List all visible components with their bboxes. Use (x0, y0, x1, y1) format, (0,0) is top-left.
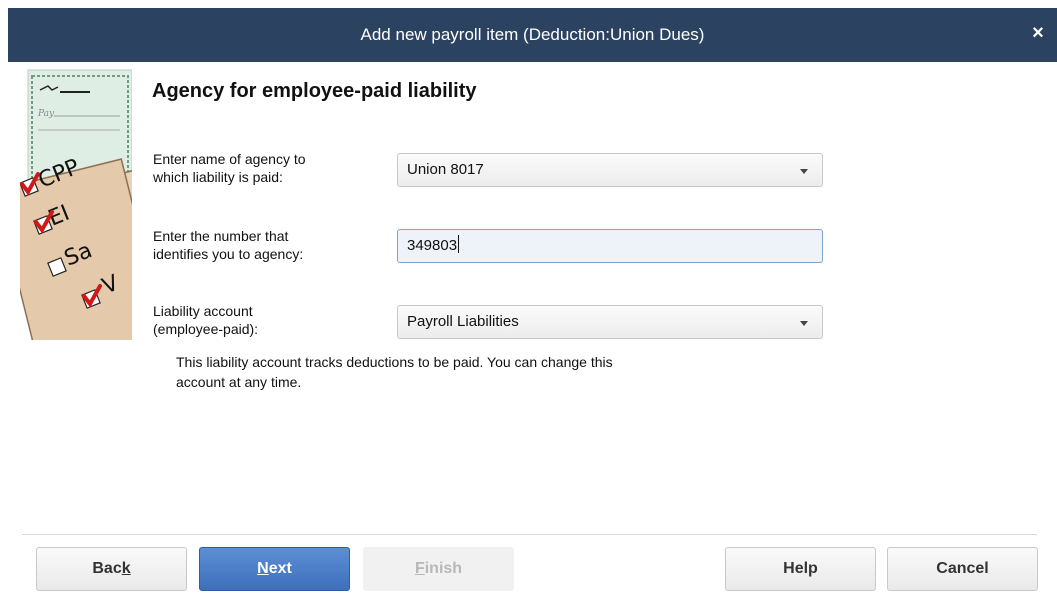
note-line1: This liability account tracks deductions… (176, 354, 613, 370)
agency-name-dropdown[interactable]: Union 8017 (397, 153, 823, 187)
window-left-edge (0, 0, 8, 605)
chevron-down-icon[interactable] (800, 321, 808, 326)
title-bar: Add new payroll item (Deduction:Union Du… (8, 8, 1057, 62)
next-button-label: ext (268, 560, 292, 577)
back-button[interactable]: Back (36, 547, 187, 591)
back-button-mnemonic: k (121, 560, 131, 577)
svg-text:Pay: Pay (37, 109, 55, 119)
finish-button-mnemonic: F (414, 560, 425, 577)
window-title: Add new payroll item (Deduction:Union Du… (360, 25, 705, 44)
agency-name-label-line1: Enter name of agency to (153, 151, 306, 167)
liability-account-label: Liability account (employee-paid): (153, 302, 383, 338)
agency-number-label-line1: Enter the number that (153, 228, 289, 244)
agency-number-input[interactable]: 349803 (397, 229, 823, 263)
agency-number-label: Enter the number that identifies you to … (153, 227, 383, 263)
back-button-label: Bac (92, 560, 122, 577)
liability-account-value: Payroll Liabilities (407, 313, 519, 330)
text-caret (458, 235, 460, 253)
footer-divider (22, 534, 1037, 535)
chevron-down-icon[interactable] (800, 169, 808, 174)
agency-number-value: 349803 (407, 237, 458, 254)
finish-button-label: inish (424, 560, 463, 577)
page-heading: Agency for employee-paid liability (152, 80, 477, 102)
close-icon[interactable]: × (1025, 20, 1051, 46)
agency-name-value: Union 8017 (407, 161, 484, 178)
liability-account-note: This liability account tracks deductions… (176, 352, 816, 392)
agency-number-label-line2: identifies you to agency: (153, 246, 304, 262)
liability-account-dropdown[interactable]: Payroll Liabilities (397, 305, 823, 339)
finish-button[interactable]: Finish (363, 547, 514, 591)
agency-name-label: Enter name of agency to which liability … (153, 150, 383, 186)
liability-account-label-line2: (employee-paid): (153, 321, 259, 337)
next-button-mnemonic: N (257, 560, 269, 577)
next-button[interactable]: Next (199, 547, 350, 591)
help-button[interactable]: Help (725, 547, 876, 591)
cancel-button[interactable]: Cancel (887, 547, 1038, 591)
agency-name-label-line2: which liability is paid: (153, 169, 283, 185)
note-line2: account at any time. (176, 374, 302, 390)
liability-account-label-line1: Liability account (153, 303, 253, 319)
payroll-checklist-illustration: Pay CPP EI Sa V (20, 69, 132, 340)
